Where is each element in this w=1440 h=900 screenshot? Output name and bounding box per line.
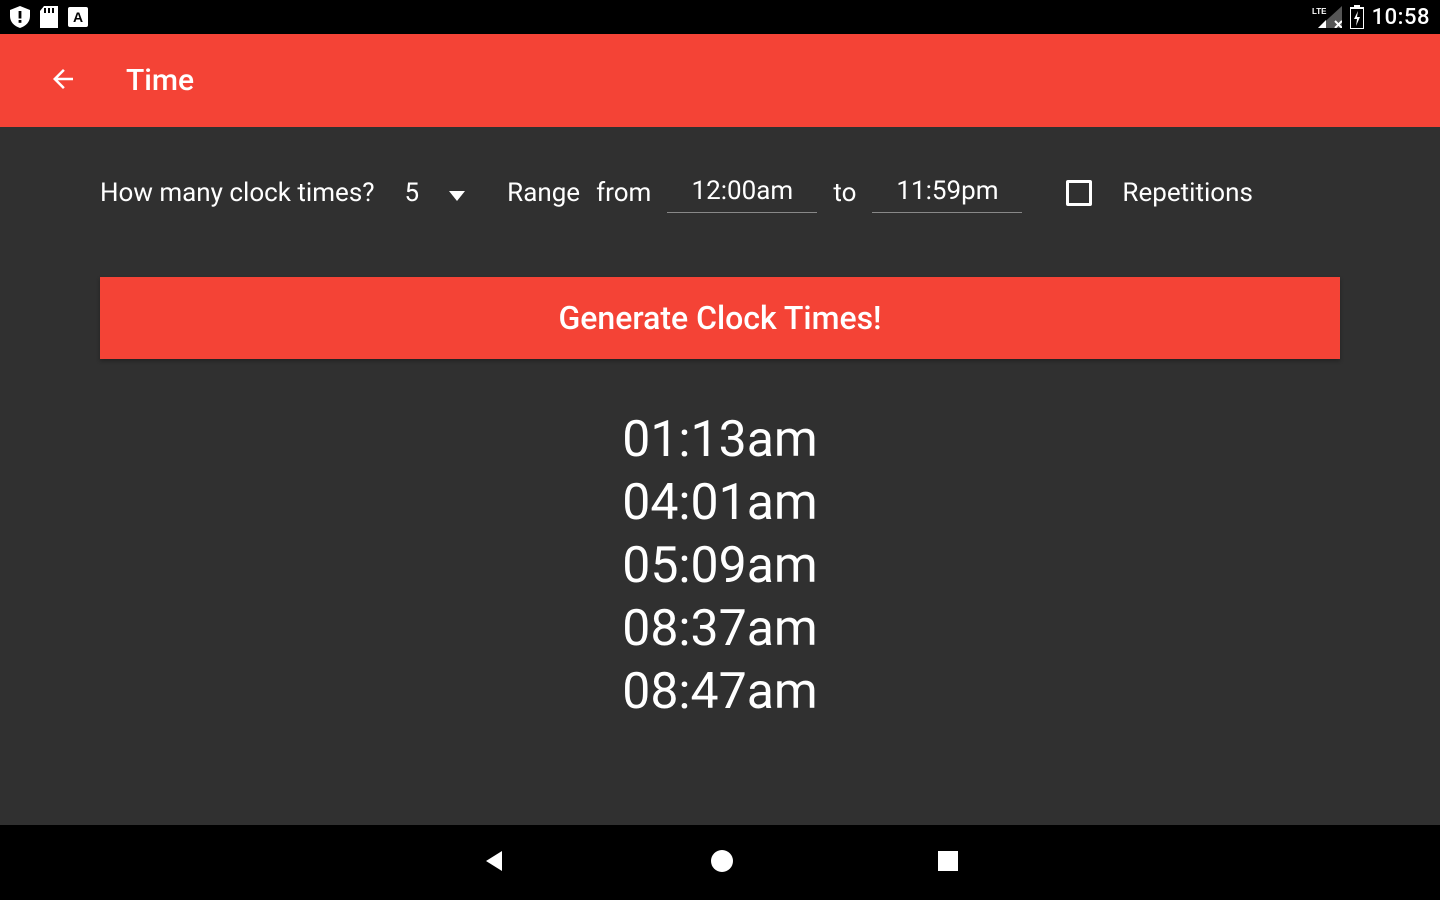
to-label: to (833, 178, 856, 208)
result-item: 08:37am (100, 598, 1340, 661)
dropdown-arrow-icon (449, 178, 465, 208)
range-from-input[interactable] (667, 172, 817, 213)
from-label: from (596, 178, 651, 208)
repetitions-label: Repetitions (1122, 178, 1252, 208)
sd-card-icon (40, 6, 58, 28)
app-bar: Time (0, 34, 1440, 127)
status-bar: A LTE 10:58 (0, 0, 1440, 34)
battery-charging-icon (1350, 5, 1364, 29)
lte-signal-icon: LTE (1312, 6, 1342, 28)
range-to-input[interactable] (872, 172, 1022, 213)
system-nav-bar (0, 825, 1440, 900)
results-list: 01:13am 04:01am 05:09am 08:37am 08:47am (100, 409, 1340, 724)
nav-recent-icon[interactable] (936, 849, 960, 877)
generate-button[interactable]: Generate Clock Times! (100, 277, 1340, 359)
how-many-label: How many clock times? (100, 178, 375, 208)
result-item: 01:13am (100, 409, 1340, 472)
result-item: 05:09am (100, 535, 1340, 598)
how-many-select[interactable]: 5 (405, 178, 466, 208)
controls-row: How many clock times? 5 Range from to Re… (100, 172, 1340, 213)
result-item: 08:47am (100, 661, 1340, 724)
svg-text:LTE: LTE (1312, 7, 1327, 16)
range-label: Range (507, 178, 580, 208)
nav-back-icon[interactable] (480, 847, 508, 879)
shield-icon (10, 6, 30, 28)
page-title: Time (126, 63, 194, 98)
content-area: How many clock times? 5 Range from to Re… (0, 127, 1440, 825)
letter-a-icon: A (68, 7, 88, 27)
back-icon[interactable] (48, 64, 78, 98)
nav-home-icon[interactable] (708, 847, 736, 879)
result-item: 04:01am (100, 472, 1340, 535)
status-clock: 10:58 (1372, 5, 1430, 30)
how-many-value: 5 (405, 178, 420, 208)
repetitions-checkbox[interactable] (1066, 180, 1092, 206)
svg-text:A: A (73, 9, 83, 25)
